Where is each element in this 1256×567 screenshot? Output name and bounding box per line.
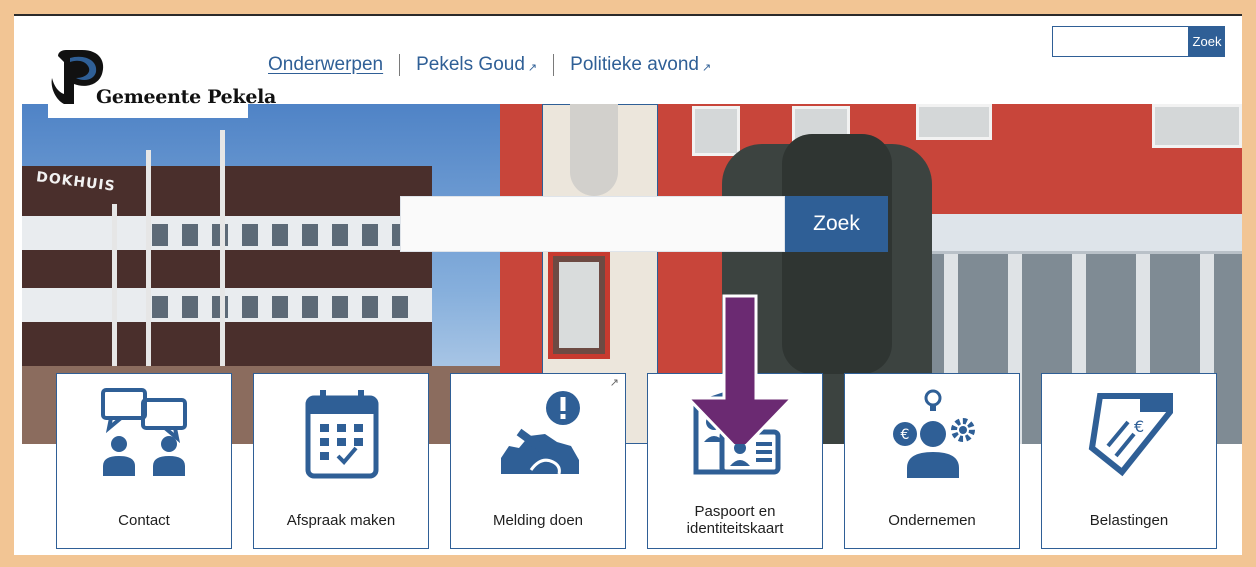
coat-of-arms-relief <box>570 104 618 196</box>
external-link-icon: ↗ <box>527 61 538 74</box>
hero-photo-building-left <box>22 166 432 366</box>
tile-label: Ondernemen <box>888 511 976 529</box>
header-search: Zoek <box>1052 26 1225 57</box>
tile-label: Melding doen <box>492 511 584 529</box>
browser-viewport: Gemeente Pekela Onderwerpen Pekels Goud ↗… <box>14 14 1242 555</box>
report-issue-icon <box>501 391 580 475</box>
contact-chat-icon <box>101 388 187 476</box>
tile-label: Afspraak maken <box>286 511 396 529</box>
nav-label: Politieke avond <box>570 54 700 75</box>
quick-links: Contact Afspraak maken ↗ Melding doen Pa… <box>56 373 1217 549</box>
entrepreneur-icon: € <box>893 389 975 478</box>
tile-belastingen[interactable]: € Belastingen <box>1041 373 1217 549</box>
nav-link-onderwerpen[interactable]: Onderwerpen <box>268 54 383 76</box>
nav-divider <box>553 54 555 76</box>
tile-label: Contact <box>118 511 170 529</box>
flagpole <box>146 150 151 390</box>
nav-link-politieke-avond[interactable]: Politieke avond ↗ <box>570 54 711 76</box>
site-logo[interactable]: Gemeente Pekela <box>48 48 276 118</box>
header-search-input[interactable] <box>1052 26 1189 57</box>
flagpole <box>112 204 117 384</box>
svg-text:€: € <box>1134 417 1144 436</box>
nav-label: Pekels Goud <box>416 54 525 75</box>
top-navigation: Onderwerpen Pekels Goud ↗ Politieke avond… <box>268 54 711 76</box>
tax-ticket-icon: € <box>1088 393 1173 477</box>
calendar-icon <box>305 390 379 479</box>
external-link-icon: ↗ <box>702 61 712 74</box>
flagpole <box>220 130 225 390</box>
tile-melding-doen[interactable]: ↗ Melding doen <box>450 373 626 549</box>
hero-search-button[interactable]: Zoek <box>785 196 888 252</box>
hero-search: Zoek <box>400 196 888 252</box>
tile-contact[interactable]: Contact <box>56 373 232 549</box>
logo-wordmark: Gemeente Pekela <box>96 86 277 108</box>
nav-link-pekels-goud[interactable]: Pekels Goud ↗ <box>416 54 537 76</box>
tile-label: Paspoort en identiteitskaart <box>686 503 784 537</box>
nav-label: Onderwerpen <box>268 54 384 75</box>
nav-divider <box>399 54 401 76</box>
tile-ondernemen[interactable]: € Ondernemen <box>844 373 1020 549</box>
tile-afspraak-maken[interactable]: Afspraak maken <box>253 373 429 549</box>
hero-search-input[interactable] <box>400 196 785 252</box>
hero-photo-canopy <box>884 214 1242 254</box>
site-header: Gemeente Pekela Onderwerpen Pekels Goud ↗… <box>14 16 1242 118</box>
down-arrow-icon <box>684 294 796 444</box>
header-search-button[interactable]: Zoek <box>1189 26 1225 57</box>
svg-text:€: € <box>901 427 910 443</box>
tile-label: Belastingen <box>1089 511 1169 529</box>
